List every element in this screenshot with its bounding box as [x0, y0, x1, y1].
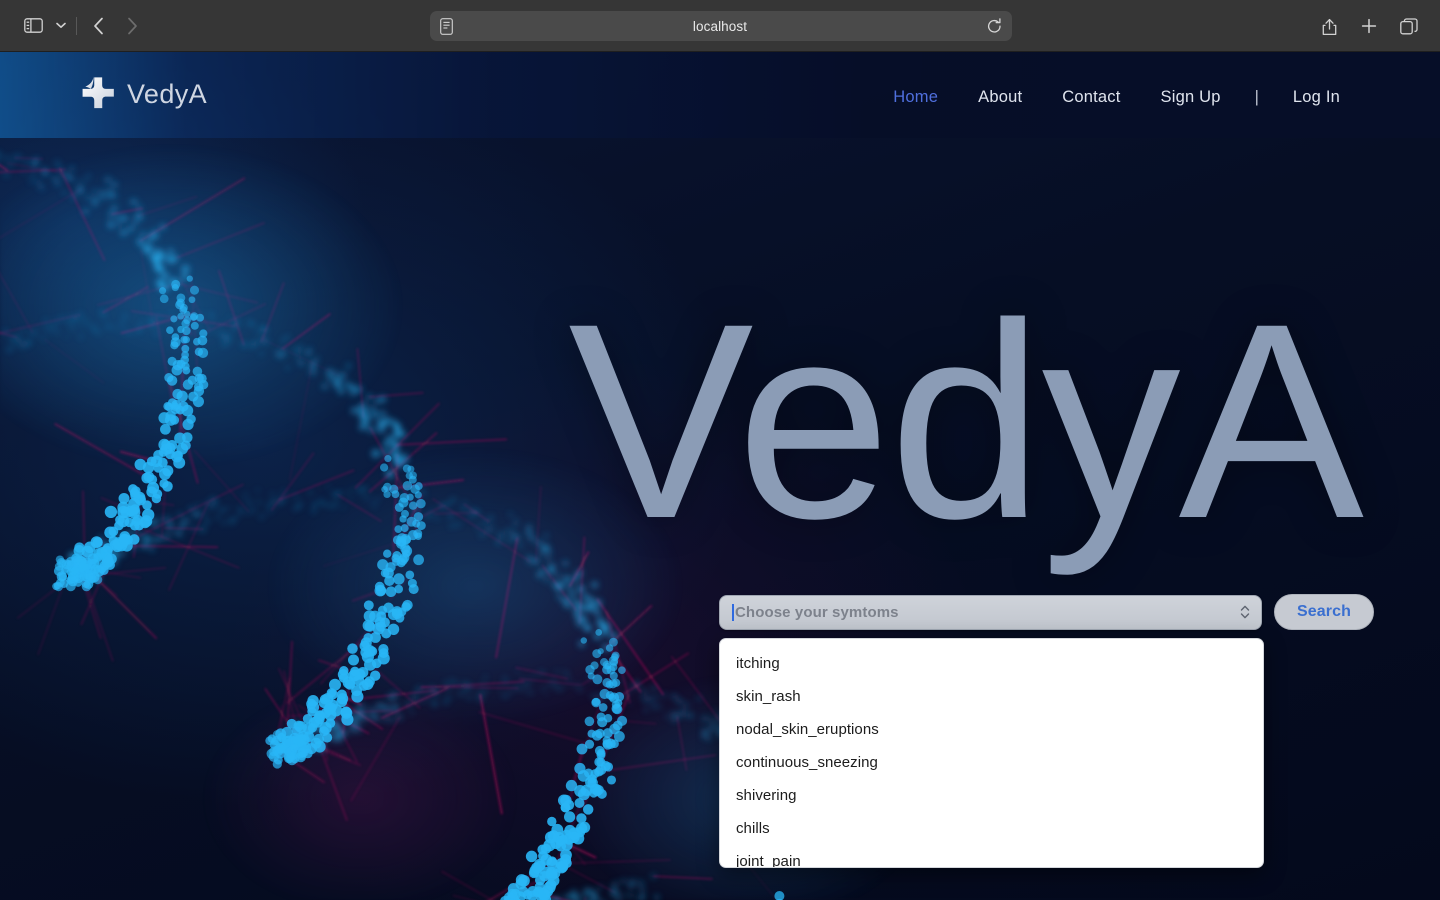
nav-item-contact[interactable]: Contact	[1042, 82, 1140, 113]
reload-icon[interactable]	[987, 18, 1002, 34]
sidebar-toggle-icon[interactable]	[16, 11, 50, 41]
dropdown-option[interactable]: continuous_sneezing	[720, 746, 1263, 779]
dropdown-option[interactable]: nodal_skin_eruptions	[720, 713, 1263, 746]
nav-divider: |	[1254, 88, 1259, 106]
reader-view-icon[interactable]	[440, 17, 453, 35]
back-arrow-icon[interactable]	[81, 11, 115, 41]
brand-name: VedyA	[127, 78, 208, 109]
symptom-search-row: Choose your symtoms Search	[719, 594, 1374, 630]
dropdown-option[interactable]: skin_rash	[720, 680, 1263, 713]
nav-item-log-in[interactable]: Log In	[1273, 82, 1360, 113]
chevron-up-down-icon[interactable]	[1239, 602, 1251, 622]
main-navigation: Home About Contact Sign Up | Log In	[873, 82, 1360, 113]
chrome-divider	[76, 16, 77, 35]
dropdown-option[interactable]: itching	[720, 647, 1263, 680]
search-button[interactable]: Search	[1274, 594, 1374, 630]
nav-item-sign-up[interactable]: Sign Up	[1141, 82, 1241, 113]
share-icon[interactable]	[1312, 11, 1346, 41]
medical-cross-icon	[82, 76, 114, 109]
hero-wordmark: VedyA	[568, 265, 1364, 576]
browser-chrome: localhost	[0, 0, 1440, 52]
text-caret	[732, 603, 734, 621]
nav-item-about[interactable]: About	[958, 82, 1042, 113]
url-text: localhost	[692, 18, 748, 34]
tab-overview-icon[interactable]	[1392, 11, 1426, 41]
dropdown-option[interactable]: joint_pain	[720, 845, 1263, 867]
brand-logo[interactable]: VedyA	[78, 74, 207, 114]
dropdown-option[interactable]: chills	[720, 812, 1263, 845]
symptom-options-dropdown[interactable]: itching skin_rash nodal_skin_eruptions c…	[719, 638, 1264, 868]
chevron-down-icon[interactable]	[50, 11, 72, 41]
nav-item-home[interactable]: Home	[873, 82, 958, 113]
symptom-select-input[interactable]: Choose your symtoms	[719, 594, 1262, 630]
forward-arrow-icon	[115, 11, 149, 41]
site-header: VedyA Home About Contact Sign Up | Log I…	[0, 52, 1440, 138]
dropdown-option[interactable]: shivering	[720, 779, 1263, 812]
symptom-input-placeholder: Choose your symtoms	[735, 603, 899, 621]
address-bar[interactable]: localhost	[430, 11, 1012, 41]
plus-icon[interactable]	[1352, 11, 1386, 41]
browser-nav-controls	[0, 11, 149, 41]
page-viewport: VedyA VedyA Home About Contact Sign Up |…	[0, 52, 1440, 900]
browser-actions	[1312, 0, 1426, 52]
